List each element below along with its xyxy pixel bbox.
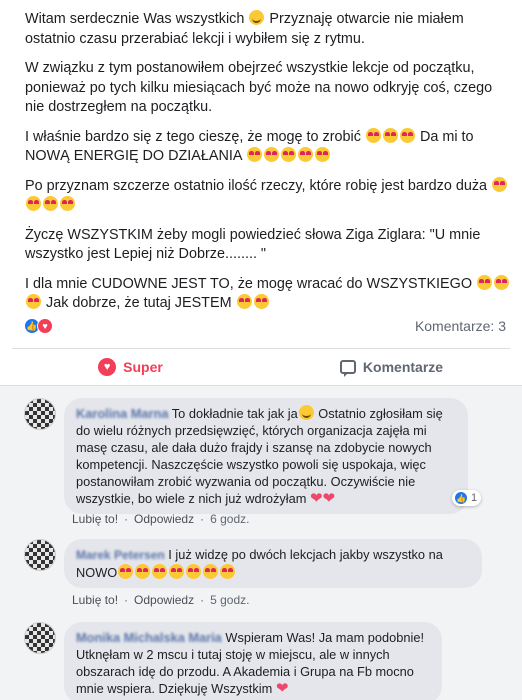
comment-timestamp[interactable]: 6 godz. xyxy=(210,512,249,526)
heart-emoji-icon: ❤ xyxy=(275,680,289,697)
comment-bubble: Monika Michalska Maria Wspieram Was! Ja … xyxy=(64,622,442,700)
post-text: I właśnie bardzo się z tego cieszę, że m… xyxy=(25,128,361,145)
heart-eyes-emoji-icon xyxy=(26,196,41,211)
post-paragraph-5: Życzę WSZYSTKIM żeby mogli powiedzieć sł… xyxy=(25,226,515,265)
heart-eyes-emoji-icon xyxy=(60,196,75,211)
heart-eyes-emoji-icon xyxy=(246,147,262,162)
heart-eyes-emoji-icon xyxy=(477,274,493,290)
separator: · xyxy=(124,512,129,526)
super-label: Super xyxy=(123,359,163,375)
heart-eyes-emoji-icon xyxy=(43,196,58,211)
love-reaction-icon: ♥ xyxy=(37,318,53,334)
heart-icon: ♥ xyxy=(98,358,117,376)
heart-eyes-emoji-icon xyxy=(135,564,151,579)
post-text: Witam serdecznie Was wszystkich xyxy=(25,11,249,27)
comment-meta: Lubię to! · Odpowiedz · 6 godz. xyxy=(72,512,249,526)
comment-like-link[interactable]: Lubię to! xyxy=(72,512,118,526)
heart-eyes-emoji-icon xyxy=(169,564,185,579)
post-text: Życzę WSZYSTKIM żeby mogli powiedzieć sł… xyxy=(25,226,481,263)
comment-text: To dokładnie tak jak ja xyxy=(171,406,298,421)
divider xyxy=(12,348,510,349)
post: Witam serdecznie Was wszystkich Przyznaj… xyxy=(0,0,522,385)
post-text: Jak dobrze, że tutaj JESTEM xyxy=(42,295,236,311)
separator: · xyxy=(200,512,205,526)
post-paragraph-6: I dla mnie CUDOWNE JEST TO, że mogę wrac… xyxy=(25,274,515,314)
comment-like-link[interactable]: Lubię to! xyxy=(72,593,118,607)
heart-eyes-emoji-icon xyxy=(263,147,279,162)
super-reaction-button[interactable]: ♥ Super xyxy=(0,350,261,384)
separator: · xyxy=(200,593,205,607)
heart-eyes-emoji-icon xyxy=(365,127,381,143)
action-bar: ♥ Super Komentarze xyxy=(0,350,522,384)
comments-section: Karolina Marna To dokładnie tak jak ja O… xyxy=(0,386,522,700)
post-body: Witam serdecznie Was wszystkich Przyznaj… xyxy=(25,10,515,324)
post-text: Po przyznam szczerze ostatnio ilość rzec… xyxy=(25,177,492,194)
comment: Marek Petersen I już widzę po dwóch lekc… xyxy=(24,539,514,614)
comment-bubble-icon xyxy=(339,360,356,377)
heart-eyes-emoji-icon xyxy=(203,564,219,579)
post-text: W związku z tym postanowiłem obejrzeć ws… xyxy=(25,60,493,115)
comment-bubble: Karolina Marna To dokładnie tak jak ja O… xyxy=(64,398,468,514)
avatar[interactable] xyxy=(24,539,56,571)
heart-eyes-emoji-icon xyxy=(382,127,398,143)
heart-eyes-emoji-icon xyxy=(494,274,510,290)
heart-eyes-emoji-icon xyxy=(26,294,41,309)
comment-author-link[interactable]: Karolina Marna xyxy=(76,406,168,421)
heart-eyes-emoji-icon xyxy=(118,564,134,579)
separator: · xyxy=(124,593,129,607)
avatar[interactable] xyxy=(24,398,56,430)
heart-eyes-emoji-icon xyxy=(253,294,269,309)
smile-emoji-icon xyxy=(298,405,314,420)
comment-button[interactable]: Komentarze xyxy=(261,350,522,384)
heart-eyes-emoji-icon xyxy=(186,564,202,579)
comment-reaction-badge[interactable]: 👍 1 xyxy=(452,490,482,506)
comment-author-link[interactable]: Marek Petersen xyxy=(76,548,165,562)
heart-eyes-emoji-icon xyxy=(236,294,252,309)
heart-eyes-emoji-icon xyxy=(297,147,313,162)
heart-eyes-emoji-icon xyxy=(492,176,508,192)
post-paragraph-2: W związku z tym postanowiłem obejrzeć ws… xyxy=(25,59,515,118)
heart-eyes-emoji-icon xyxy=(280,147,296,162)
post-paragraph-1: Witam serdecznie Was wszystkich Przyznaj… xyxy=(25,10,515,49)
comment-timestamp[interactable]: 5 godz. xyxy=(210,593,249,607)
comment-meta: Lubię to! · Odpowiedz · 5 godz. xyxy=(72,593,249,607)
post-paragraph-3: I właśnie bardzo się z tego cieszę, że m… xyxy=(25,127,515,167)
like-reaction-icon: 👍 xyxy=(454,491,468,505)
reaction-summary[interactable]: 👍 ♥ xyxy=(24,318,53,334)
comment-label: Komentarze xyxy=(362,359,444,375)
heart-eyes-emoji-icon xyxy=(152,564,168,579)
comment-reply-link[interactable]: Odpowiedz xyxy=(134,593,194,607)
heart-eyes-emoji-icon xyxy=(399,127,415,143)
reaction-count: 1 xyxy=(471,492,478,504)
post-paragraph-4: Po przyznam szczerze ostatnio ilość rzec… xyxy=(25,176,515,216)
comment: Karolina Marna To dokładnie tak jak ja O… xyxy=(24,398,514,543)
comment-reply-link[interactable]: Odpowiedz xyxy=(134,512,194,526)
avatar[interactable] xyxy=(24,622,56,654)
smile-emoji-icon xyxy=(249,10,265,25)
post-text: I dla mnie CUDOWNE JEST TO, że mogę wrac… xyxy=(25,275,477,292)
comment-text: Ostatnio zgłosiłam się do wielu różnych … xyxy=(76,406,443,506)
comments-count-link[interactable]: Komentarze: 3 xyxy=(415,318,506,334)
comment: Monika Michalska Maria Wspieram Was! Ja … xyxy=(24,622,514,700)
heart-eyes-emoji-icon xyxy=(314,147,330,162)
comment-bubble: Marek Petersen I już widzę po dwóch lekc… xyxy=(64,539,482,588)
heart-eyes-emoji-icon xyxy=(220,564,236,579)
heart-emoji-icon: ❤❤ xyxy=(309,490,336,507)
comment-author-link[interactable]: Monika Michalska Maria xyxy=(76,630,222,645)
